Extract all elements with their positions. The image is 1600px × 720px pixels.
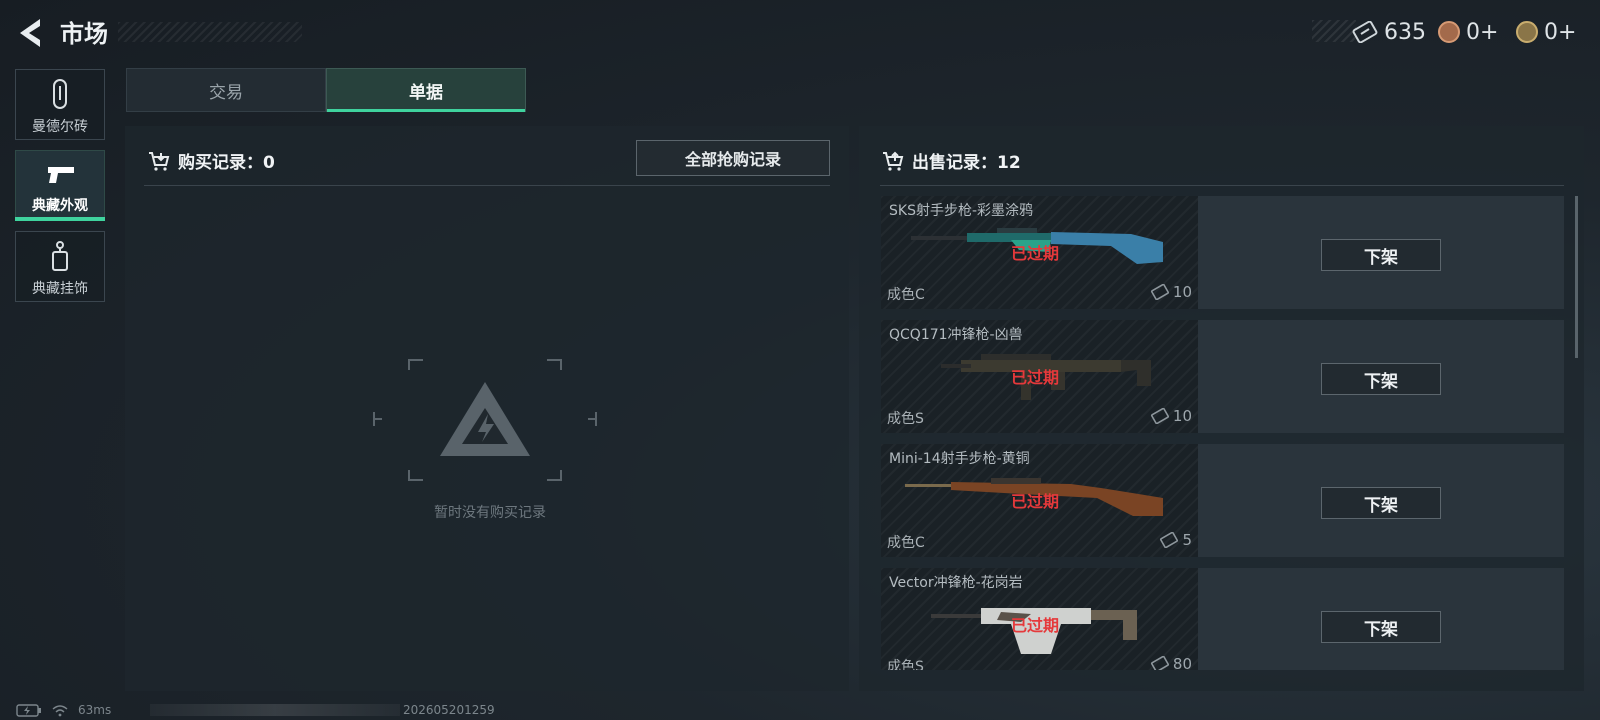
- currency-decoration: [1312, 20, 1356, 42]
- ping-value: 63ms: [78, 703, 112, 717]
- gold-currency[interactable]: 0+: [1516, 18, 1576, 46]
- sales-records-title: 出售记录：: [912, 153, 997, 173]
- back-arrow-icon: [20, 19, 40, 47]
- sales-record-item: Mini-14射手步枪-黄铜 已过期 成色C 5 下架: [881, 444, 1564, 557]
- item-grade: 成色C: [887, 535, 925, 551]
- item-grade: 成色S: [887, 411, 924, 427]
- pistol-icon: [48, 167, 74, 183]
- sales-record-item: SKS射手步枪-彩墨涂鸦 已过期 成色C 10 下架: [881, 196, 1564, 309]
- ticket-icon: [1160, 532, 1179, 548]
- divider: [144, 185, 830, 186]
- item-name: QCQ171冲锋枪-凶兽: [889, 327, 1023, 343]
- sidebar-item-label: 典藏外观: [32, 198, 88, 214]
- item-name: Vector冲锋枪-花岗岩: [889, 575, 1023, 591]
- bronze-coin-icon: [1438, 21, 1460, 43]
- sidebar-item-label: 典藏挂饰: [32, 281, 88, 297]
- ticket-icon: [1352, 21, 1378, 43]
- sidebar-item-mandel-brick[interactable]: 曼德尔砖: [15, 69, 105, 140]
- status-bar: 63ms: [16, 703, 111, 717]
- divider: [880, 185, 1564, 186]
- item-card[interactable]: Vector冲锋枪-花岗岩 已过期 成色S 80: [881, 568, 1198, 670]
- purchase-records-title: 购买记录：: [178, 153, 263, 173]
- delist-button[interactable]: 下架: [1321, 611, 1441, 643]
- page-title: 市场: [60, 20, 108, 48]
- cart-download-icon: [149, 151, 170, 171]
- sales-list-scrollbar[interactable]: [1575, 196, 1578, 358]
- charm-tag-icon: [52, 241, 68, 271]
- ticket-currency[interactable]: 635: [1352, 18, 1426, 46]
- sidebar-item-collection-skins[interactable]: 典藏外观: [15, 150, 105, 221]
- sales-records-header: 出售记录：12: [882, 148, 1021, 173]
- empty-state-graphic: [370, 358, 600, 497]
- item-price: 5: [1159, 531, 1192, 549]
- mandel-brick-icon: [53, 79, 67, 109]
- item-price: 80: [1150, 655, 1192, 670]
- item-grade: 成色S: [887, 659, 924, 670]
- all-flash-sale-records-button[interactable]: 全部抢购记录: [636, 140, 830, 176]
- item-price-value: 80: [1172, 655, 1192, 670]
- item-card[interactable]: Mini-14射手步枪-黄铜 已过期 成色C 5: [881, 444, 1198, 557]
- sidebar-item-label: 曼德尔砖: [32, 119, 88, 135]
- status-expired: 已过期: [1011, 616, 1060, 635]
- item-name: SKS射手步枪-彩墨涂鸦: [889, 203, 1034, 219]
- back-button[interactable]: [16, 16, 46, 50]
- bronze-amount: 0+: [1466, 19, 1499, 45]
- status-expired: 已过期: [1011, 492, 1060, 511]
- purchase-records-count: 0: [263, 153, 275, 173]
- item-price-value: 10: [1172, 283, 1192, 301]
- sales-record-item: Vector冲锋枪-花岗岩 已过期 成色S 80 下架: [881, 568, 1564, 670]
- item-card[interactable]: QCQ171冲锋枪-凶兽 已过期 成色S 10: [881, 320, 1198, 433]
- gold-coin-icon: [1516, 21, 1538, 43]
- status-expired: 已过期: [1011, 368, 1060, 387]
- empty-state-text: 暂时没有购买记录: [434, 505, 546, 521]
- delist-button[interactable]: 下架: [1321, 363, 1441, 395]
- bronze-currency[interactable]: 0+: [1438, 18, 1498, 46]
- cart-upload-icon: [883, 151, 904, 171]
- sales-record-item: QCQ171冲锋枪-凶兽 已过期 成色S 10 下架: [881, 320, 1564, 433]
- item-price: 10: [1150, 283, 1192, 301]
- status-expired: 已过期: [1011, 244, 1060, 263]
- tab-orders[interactable]: 单据: [326, 68, 526, 112]
- user-id-masked: [150, 704, 400, 716]
- delist-button[interactable]: 下架: [1321, 239, 1441, 271]
- timestamp: 202605201259: [403, 703, 495, 717]
- sidebar-item-collection-charms[interactable]: 典藏挂饰: [15, 231, 105, 302]
- ticket-icon: [1150, 656, 1169, 670]
- tab-orders-label: 单据: [409, 82, 443, 103]
- item-price-value: 5: [1182, 531, 1192, 549]
- battery-icon: [16, 703, 41, 717]
- gold-amount: 0+: [1544, 19, 1577, 45]
- ticket-amount: 635: [1384, 19, 1426, 45]
- item-price: 10: [1150, 407, 1192, 425]
- ticket-icon: [1150, 284, 1169, 300]
- wifi-icon: [52, 704, 68, 716]
- empty-logo-icon: [373, 359, 597, 481]
- item-name: Mini-14射手步枪-黄铜: [889, 451, 1030, 467]
- sales-records-count: 12: [997, 153, 1021, 173]
- tab-trade[interactable]: 交易: [126, 68, 326, 112]
- title-decoration: [118, 22, 302, 42]
- purchase-records-header: 购买记录：0: [148, 148, 275, 173]
- item-grade: 成色C: [887, 287, 925, 303]
- item-price-value: 10: [1172, 407, 1192, 425]
- ticket-icon: [1150, 408, 1169, 424]
- item-card[interactable]: SKS射手步枪-彩墨涂鸦 已过期 成色C 10: [881, 196, 1198, 309]
- delist-button[interactable]: 下架: [1321, 487, 1441, 519]
